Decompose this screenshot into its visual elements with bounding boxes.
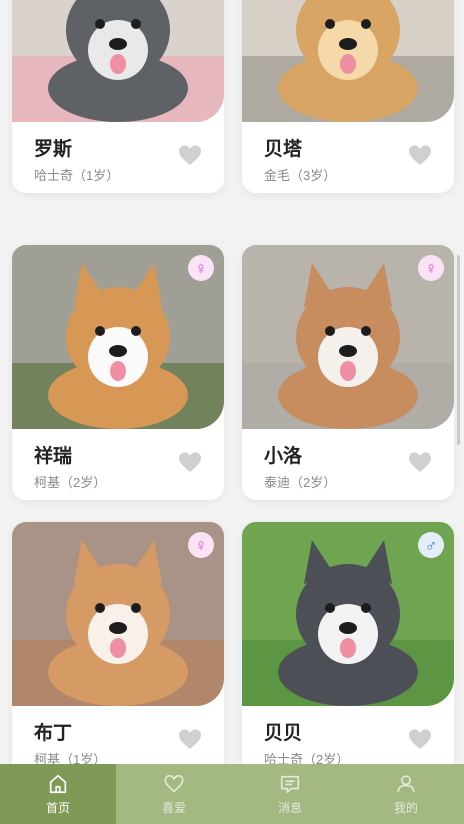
- pet-card[interactable]: 罗斯哈士奇（1岁）: [12, 0, 224, 193]
- tab-label: 我的: [393, 800, 418, 815]
- pet-card[interactable]: ♀ 小洛泰迪（2岁）: [242, 245, 454, 500]
- husky-photo: [12, 0, 224, 122]
- pet-card[interactable]: ♂ 贝贝哈士奇（2岁）: [242, 522, 454, 764]
- pet-breed-age: 泰迪（2岁）: [264, 475, 337, 490]
- scrollbar[interactable]: [457, 255, 460, 445]
- pet-name: 贝塔: [264, 139, 303, 160]
- pet-card[interactable]: 贝塔金毛（3岁）: [242, 0, 454, 193]
- female-icon: ♀: [188, 255, 214, 281]
- favorite-heart-icon[interactable]: [178, 451, 202, 473]
- pet-name: 罗斯: [34, 139, 73, 160]
- pet-card[interactable]: ♀ 布丁柯基（1岁）: [12, 522, 224, 764]
- tab-messages[interactable]: 消息: [232, 764, 348, 824]
- pet-breed-age: 哈士奇（2岁）: [264, 752, 350, 764]
- favorite-heart-icon[interactable]: [408, 144, 432, 166]
- heart-icon: [164, 774, 184, 792]
- user-icon: [397, 774, 415, 792]
- tab-profile[interactable]: 我的: [348, 764, 464, 824]
- message-icon: [280, 775, 300, 793]
- pet-breed-age: 金毛（3岁）: [264, 168, 337, 183]
- favorite-heart-icon[interactable]: [178, 144, 202, 166]
- golden-photo: [242, 0, 454, 122]
- pet-name: 祥瑞: [34, 446, 73, 467]
- female-icon: ♀: [188, 532, 214, 558]
- home-icon: [49, 774, 67, 793]
- bottom-tab-bar: 首页 喜爱 消息 我的: [0, 764, 464, 824]
- tab-label: 消息: [277, 800, 302, 815]
- tab-home[interactable]: 首页: [0, 764, 116, 824]
- pet-photo[interactable]: [242, 0, 454, 122]
- pet-photo[interactable]: [12, 0, 224, 122]
- favorite-heart-icon[interactable]: [408, 451, 432, 473]
- pet-breed-age: 柯基（1岁）: [34, 752, 107, 764]
- pet-card[interactable]: ♀ 祥瑞柯基（2岁）: [12, 245, 224, 500]
- tab-label: 喜爱: [161, 800, 186, 815]
- pet-breed-age: 柯基（2岁）: [34, 475, 107, 490]
- favorite-heart-icon[interactable]: [408, 728, 432, 750]
- tab-favorites[interactable]: 喜爱: [116, 764, 232, 824]
- pet-breed-age: 哈士奇（1岁）: [34, 168, 120, 183]
- tab-label: 首页: [45, 800, 70, 815]
- male-icon: ♂: [418, 532, 444, 558]
- pet-name: 布丁: [34, 723, 73, 744]
- pet-name: 贝贝: [264, 723, 303, 744]
- favorite-heart-icon[interactable]: [178, 728, 202, 750]
- female-icon: ♀: [418, 255, 444, 281]
- pet-feed[interactable]: 罗斯 哈士奇（1岁） 贝塔 金毛（3岁） ♀ 祥瑞 柯基（2岁） ♀ 小洛 泰迪（2岁） ♀ 布丁 柯基…: [0, 0, 464, 764]
- pet-name: 小洛: [264, 446, 303, 467]
